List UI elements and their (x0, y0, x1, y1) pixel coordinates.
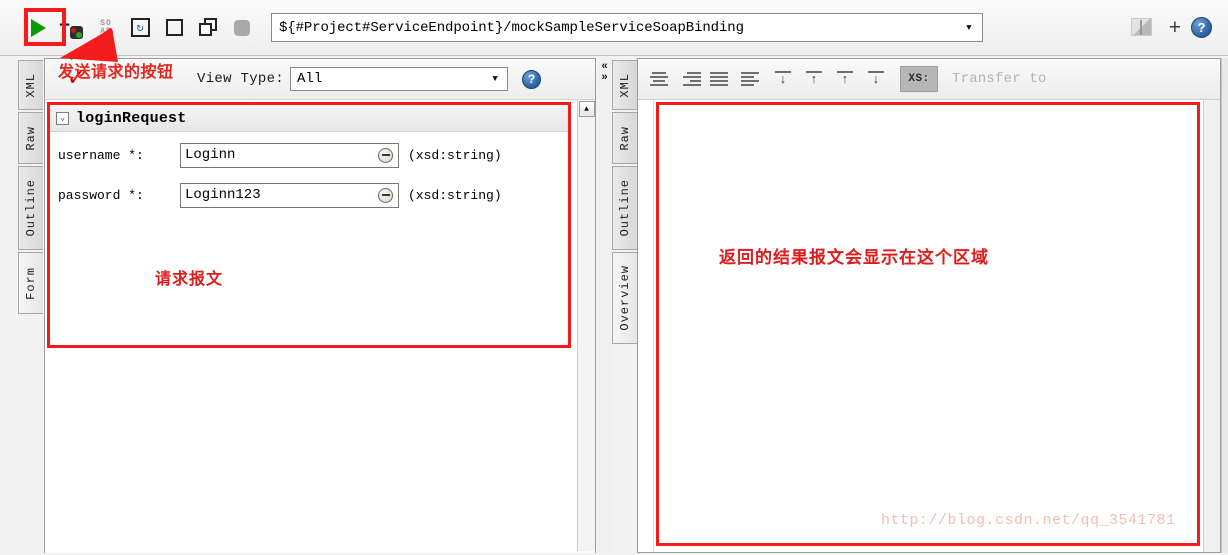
sidebar-item-xml-left[interactable]: XML (18, 60, 43, 110)
arrow-glyph: ↓ (872, 71, 880, 87)
align-justify-icon[interactable] (710, 69, 732, 89)
form-row-username: username *: Loginn (xsd:string) (50, 138, 568, 172)
soap-icon: SO AP (100, 19, 112, 36)
soap-icon-line2: AP (100, 26, 112, 36)
add-request-icon: + (59, 15, 85, 41)
window-scrollbar[interactable] (1221, 58, 1228, 553)
username-input[interactable]: Loginn (180, 142, 399, 168)
split-branch-button[interactable] (1128, 14, 1156, 42)
response-body: 返回的结果报文会显示在这个区域 http://blog.csdn.net/qq_… (638, 100, 1220, 552)
recreate-request-button[interactable]: ↻ (126, 14, 154, 42)
tab-label: Form (24, 266, 38, 300)
response-editor-toolbar: ↓ ↑ ↑ ↓ XS: Transfer to (638, 59, 1220, 100)
xpath-toggle-button[interactable]: XS: (900, 66, 938, 92)
toolbar-right-group: + ? (1125, 14, 1228, 42)
panel-splitter[interactable]: « » (598, 58, 611, 553)
request-editor-tabs: XML Raw Outline Form (18, 60, 44, 316)
response-scrollbar[interactable] (1203, 100, 1220, 552)
soap-toggle-button[interactable]: SO AP (92, 14, 120, 42)
green-play-triangle-icon (30, 18, 46, 37)
view-type-label: View Type: (197, 71, 285, 87)
tab-label: Outline (618, 179, 632, 237)
field-type: (xsd:string) (408, 187, 502, 203)
minus-circle-icon[interactable] (378, 147, 393, 163)
sidebar-item-xml-right[interactable]: XML (612, 60, 637, 110)
endpoint-combobox[interactable]: ${#Project#ServiceEndpoint}/mockSampleSe… (271, 13, 983, 42)
view-type-select[interactable]: All ▼ (290, 67, 509, 91)
watermark-text: http://blog.csdn.net/qq_3541781 (881, 512, 1176, 529)
align-right-icon[interactable] (679, 69, 701, 89)
sidebar-item-raw-right[interactable]: Raw (612, 112, 637, 164)
traffic-light-icon (70, 25, 83, 39)
username-value: Loginn (185, 147, 236, 163)
move-down-from-bar-icon[interactable]: ↓ (865, 69, 887, 89)
arrow-glyph: ↑ (810, 71, 818, 87)
cancel-request-button[interactable] (228, 14, 256, 42)
help-icon[interactable]: ? (522, 69, 542, 89)
sidebar-item-form-left[interactable]: Form (18, 252, 43, 314)
password-value: Loginn123 (185, 187, 261, 203)
view-type-value: All (297, 71, 323, 87)
transfer-to-label: Transfer to (952, 71, 1047, 87)
refresh-glyph: ↻ (136, 21, 144, 35)
response-line-gutter (638, 100, 654, 552)
add-icon[interactable]: + (1169, 17, 1181, 38)
request-message-annotation: 请求报文 (155, 269, 224, 288)
sidebar-item-outline-right[interactable]: Outline (612, 166, 637, 250)
add-request-button[interactable]: + (58, 14, 86, 42)
soapui-request-window: + SO AP ↻ ${#Project#ServiceEndpoint}/mo… (0, 0, 1228, 555)
recreate-request-icon: ↻ (130, 18, 150, 37)
response-highlight-box[interactable]: 返回的结果报文会显示在这个区域 http://blog.csdn.net/qq_… (656, 102, 1200, 546)
field-type: (xsd:string) (408, 147, 502, 163)
align-center-icon[interactable] (648, 69, 670, 89)
tab-label: Outline (24, 179, 38, 237)
clone-request-button[interactable] (194, 14, 222, 42)
response-editor-tabs: XML Raw Outline Overview (612, 60, 638, 346)
chevron-down-icon[interactable]: ⌄ (56, 111, 69, 125)
chevron-down-icon[interactable]: ▼ (956, 23, 982, 33)
request-form-highlight-box: ⌄ loginRequest username *: Loginn (xsd:s… (47, 102, 571, 348)
tab-label: Raw (24, 125, 38, 151)
response-area-annotation: 返回的结果报文会显示在这个区域 (719, 248, 989, 268)
main-toolbar: + SO AP ↻ ${#Project#ServiceEndpoint}/mo… (0, 0, 1228, 56)
help-icon[interactable]: ? (1191, 17, 1212, 38)
chevron-down-icon[interactable]: ▼ (483, 74, 507, 84)
clone-icon (198, 18, 218, 37)
align-left-icon[interactable] (741, 69, 763, 89)
move-up-from-bar-icon[interactable]: ↑ (803, 69, 825, 89)
request-form-body: ⌄ loginRequest username *: Loginn (xsd:s… (45, 100, 595, 553)
tab-label: Overview (618, 265, 632, 331)
submit-request-button[interactable] (24, 14, 52, 42)
field-label: username *: (58, 147, 144, 163)
minus-circle-icon[interactable] (378, 187, 393, 203)
split-branch-icon (1130, 18, 1153, 37)
response-editor-panel: ↓ ↑ ↑ ↓ XS: Transfer to 返回的结果报文会显示在这个区域 … (637, 58, 1221, 553)
rounded-square-icon (234, 19, 250, 36)
scroll-up-button[interactable]: ▲ (578, 101, 595, 117)
tab-label: XML (24, 72, 38, 98)
move-down-to-bar-icon[interactable]: ↓ (772, 69, 794, 89)
sidebar-item-outline-left[interactable]: Outline (18, 166, 43, 250)
plus-glyph: + (59, 14, 71, 36)
form-group-title: loginRequest (76, 109, 187, 127)
square-icon (165, 19, 183, 36)
arrow-glyph: ↓ (779, 71, 787, 87)
tab-label: XML (618, 72, 632, 98)
password-input[interactable]: Loginn123 (180, 182, 399, 208)
arrow-glyph: ↑ (841, 71, 849, 87)
send-button-annotation: 发送请求的按钮 (58, 62, 174, 81)
field-label: password *: (58, 187, 144, 203)
move-up-to-bar-icon[interactable]: ↑ (834, 69, 856, 89)
request-editor-panel: ✓ View Type: All ▼ ? ⌄ loginRequest user… (44, 58, 596, 553)
stop-button[interactable] (160, 14, 188, 42)
request-scrollbar[interactable]: ▲ (577, 100, 595, 551)
form-group-header[interactable]: ⌄ loginRequest (50, 105, 568, 132)
sidebar-item-raw-left[interactable]: Raw (18, 112, 43, 164)
endpoint-value: ${#Project#ServiceEndpoint}/mockSampleSe… (279, 19, 744, 36)
sidebar-item-overview-right[interactable]: Overview (612, 252, 637, 344)
collapse-right-icon[interactable]: » (601, 73, 608, 84)
tab-label: Raw (618, 125, 632, 151)
form-row-password: password *: Loginn123 (xsd:string) (50, 178, 568, 212)
